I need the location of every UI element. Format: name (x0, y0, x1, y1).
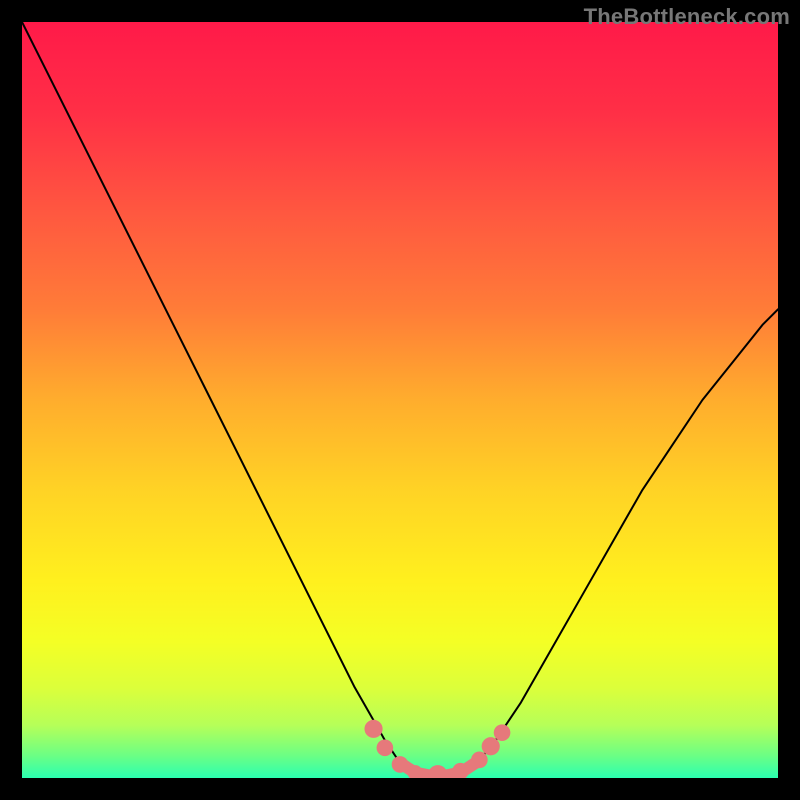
chart-frame: TheBottleneck.com (0, 0, 800, 800)
plot-area (22, 22, 778, 778)
curve-marker (364, 720, 382, 738)
curve-marker (471, 752, 488, 769)
watermark-text: TheBottleneck.com (584, 4, 790, 30)
curve-marker (482, 737, 500, 755)
curve-marker (392, 756, 409, 773)
bottleneck-curve (22, 22, 778, 778)
curve-marker (494, 724, 511, 741)
curve-marker (377, 739, 394, 756)
curve-marker (428, 765, 448, 778)
